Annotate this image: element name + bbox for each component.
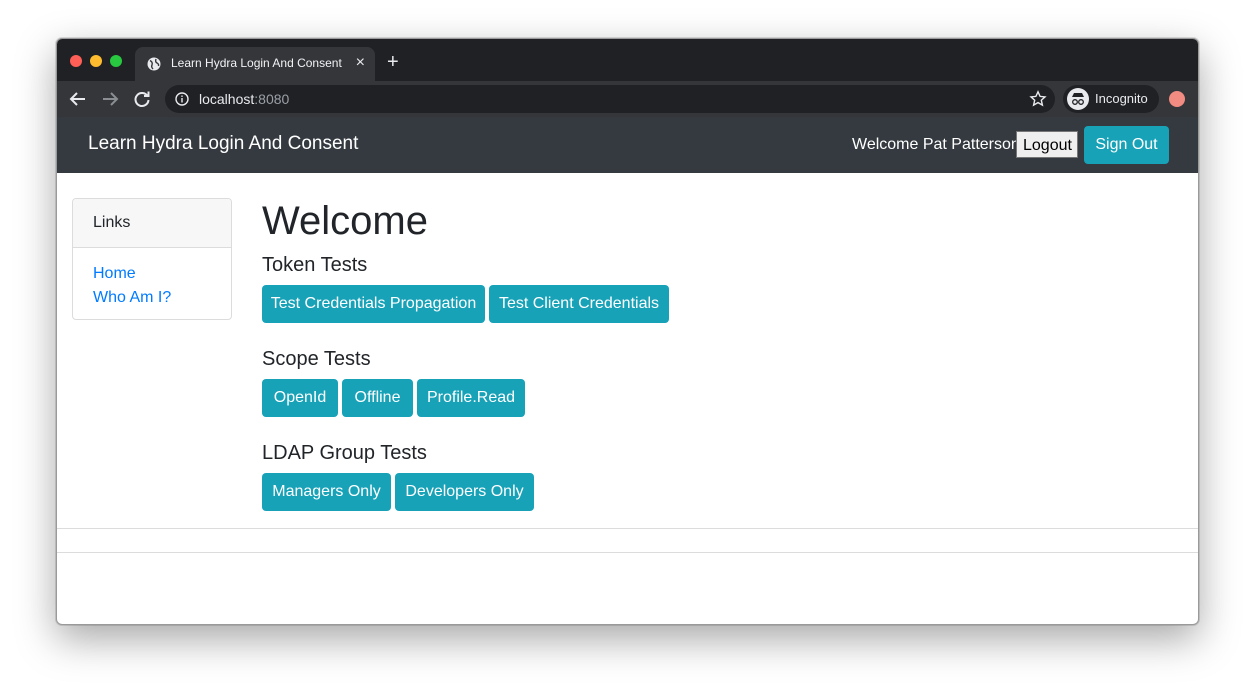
info-icon[interactable] — [175, 92, 189, 106]
token-tests-heading: Token Tests — [262, 254, 368, 276]
scope-tests-heading: Scope Tests — [262, 348, 371, 370]
links-card-body: Home Who Am I? — [73, 248, 231, 319]
url-host: localhost — [199, 91, 255, 107]
footer-bar — [57, 528, 1198, 553]
incognito-profile-button[interactable]: Incognito — [1063, 85, 1159, 113]
address-bar[interactable]: localhost:8080 — [165, 85, 1055, 113]
minimize-window-button[interactable] — [90, 55, 102, 67]
maximize-window-button[interactable] — [110, 55, 122, 67]
welcome-user-text: Welcome Pat Patterson — [852, 136, 1020, 153]
who-am-i-link[interactable]: Who Am I? — [93, 286, 211, 310]
links-card: Links Home Who Am I? — [72, 198, 232, 320]
globe-icon — [147, 57, 161, 71]
browser-window: Learn Hydra Login And Consent × + localh… — [56, 38, 1199, 625]
ldap-group-tests-heading: LDAP Group Tests — [262, 442, 427, 464]
incognito-icon — [1067, 88, 1089, 110]
managers-only-button[interactable]: Managers Only — [262, 473, 391, 511]
navbar-brand[interactable]: Learn Hydra Login And Consent — [88, 133, 358, 155]
url-port: :8080 — [254, 91, 290, 107]
tab-title: Learn Hydra Login And Consent — [171, 56, 342, 70]
forward-arrow-icon[interactable] — [99, 88, 121, 110]
test-client-credentials-button[interactable]: Test Client Credentials — [489, 285, 669, 323]
tab-bar: Learn Hydra Login And Consent × + — [57, 39, 1198, 81]
browser-tab[interactable]: Learn Hydra Login And Consent × — [135, 47, 375, 81]
close-window-button[interactable] — [70, 55, 82, 67]
app-navbar: Learn Hydra Login And Consent Welcome Pa… — [57, 117, 1198, 173]
new-tab-button[interactable]: + — [387, 52, 399, 72]
developers-only-button[interactable]: Developers Only — [395, 473, 534, 511]
extension-icon[interactable] — [1169, 91, 1185, 107]
reload-icon[interactable] — [131, 88, 153, 110]
back-arrow-icon[interactable] — [67, 88, 89, 110]
logout-button[interactable]: Logout — [1016, 131, 1078, 158]
browser-toolbar: localhost:8080 Incognito — [57, 81, 1198, 117]
home-link[interactable]: Home — [93, 262, 211, 286]
links-card-header: Links — [73, 199, 231, 248]
profile-read-button[interactable]: Profile.Read — [417, 379, 525, 417]
url-text: localhost:8080 — [199, 91, 289, 107]
bookmark-star-icon[interactable] — [1029, 90, 1047, 108]
close-tab-icon[interactable]: × — [356, 53, 365, 73]
offline-button[interactable]: Offline — [342, 379, 413, 417]
test-credentials-propagation-button[interactable]: Test Credentials Propagation — [262, 285, 485, 323]
openid-button[interactable]: OpenId — [262, 379, 338, 417]
sign-out-button[interactable]: Sign Out — [1084, 126, 1169, 164]
page-title: Welcome — [262, 199, 428, 243]
incognito-label: Incognito — [1095, 91, 1148, 106]
